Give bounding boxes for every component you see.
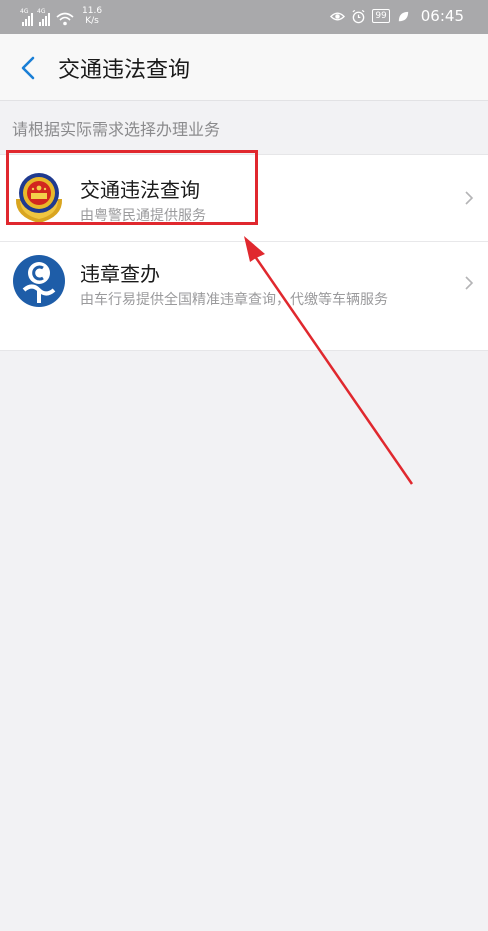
- police-emblem-icon: [15, 173, 63, 223]
- back-arrow-icon[interactable]: [14, 53, 44, 83]
- service-title: 交通违法查询: [80, 178, 200, 202]
- alarm-icon: [352, 9, 365, 23]
- signal-icon-2: 4G: [37, 8, 50, 26]
- page-title: 交通违法查询: [58, 58, 191, 83]
- leaf-icon: [398, 11, 408, 21]
- service-item-traffic-violation[interactable]: 交通违法查询 由粤警民通提供服务: [0, 155, 488, 242]
- wifi-icon: [56, 12, 74, 26]
- chevron-right-icon: [465, 191, 474, 205]
- network-speed: 11.6 K/s: [82, 6, 103, 26]
- status-bar: 4G 4G 11.6 K/s 99 06:45: [0, 0, 488, 34]
- service-subtitle: 由粤警民通提供服务: [80, 208, 206, 224]
- eye-comfort-icon: [330, 12, 346, 20]
- app-header: 交通违法查询: [0, 34, 488, 101]
- service-list: 交通违法查询 由粤警民通提供服务: [0, 154, 488, 351]
- chexingyi-logo-icon: [13, 255, 65, 307]
- section-hint: 请根据实际需求选择办理业务: [12, 120, 221, 139]
- signal-icon: 4G: [20, 8, 33, 26]
- chevron-right-icon: [465, 276, 474, 290]
- service-subtitle: 由车行易提供全国精准违章查询，代缴等车辆服务: [80, 292, 388, 308]
- clock: 06:45: [420, 7, 464, 25]
- service-title: 违章查办: [80, 262, 160, 286]
- battery-indicator: 99: [372, 9, 390, 23]
